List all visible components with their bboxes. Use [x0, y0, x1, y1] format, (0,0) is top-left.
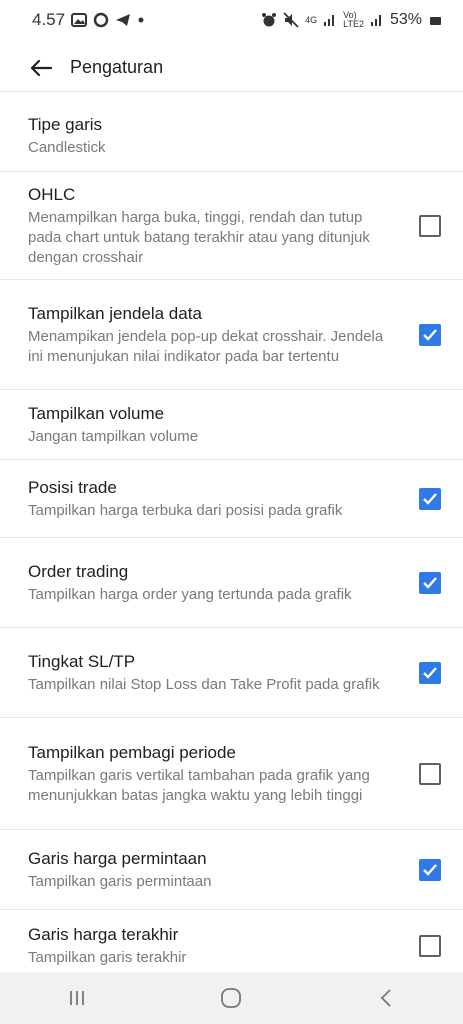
network-4g-label: 4G	[305, 14, 318, 25]
setting-value: Candlestick	[28, 138, 106, 156]
setting-description: Tampilkan harga order yang tertunda pada…	[28, 585, 352, 603]
ohlc-checkbox[interactable]	[419, 214, 441, 237]
setting-description: Tampilkan garis terakhir	[28, 949, 187, 966]
app-bar: Pengaturan	[0, 44, 463, 92]
alarm-icon	[262, 13, 277, 27]
gallery-notification-icon	[71, 13, 88, 27]
battery-percent: 53%	[389, 11, 422, 28]
back-arrow-icon[interactable]	[26, 53, 56, 83]
system-nav-bar	[0, 972, 463, 1024]
mute-icon	[283, 12, 299, 28]
home-icon[interactable]	[201, 978, 261, 1018]
setting-description: Tampilkan harga terbuka dari posisi pada…	[28, 501, 343, 519]
setting-description: Tampilkan nilai Stop Loss dan Take Profi…	[28, 675, 380, 693]
sl-tp-checkbox[interactable]	[419, 661, 441, 684]
volte-label: Vo) LTE2	[343, 10, 364, 29]
setting-title: OHLC	[28, 184, 76, 204]
ask-price-line-checkbox[interactable]	[419, 858, 441, 881]
checkmark-icon	[423, 576, 437, 589]
signal-2-icon	[370, 15, 381, 26]
setting-title: Posisi trade	[28, 477, 117, 497]
setting-title: Tampilkan pembagi periode	[28, 742, 236, 762]
setting-data-window[interactable]: Tampilkan jendela data Menampikan jendel…	[0, 280, 463, 390]
setting-title: Garis harga terakhir	[28, 925, 179, 944]
telegram-notification-icon	[116, 14, 131, 26]
data-window-checkbox[interactable]	[419, 323, 441, 346]
recents-icon[interactable]	[47, 978, 107, 1018]
checkmark-icon	[423, 666, 437, 679]
setting-description: Tampilkan garis vertikal tambahan pada g…	[28, 766, 370, 804]
setting-title: Garis harga permintaan	[28, 848, 207, 868]
setting-period-separators[interactable]: Tampilkan pembagi periode Tampilkan gari…	[0, 718, 463, 830]
checkmark-icon	[423, 863, 437, 876]
page-title: Pengaturan	[70, 57, 164, 77]
chat-notification-icon	[93, 12, 109, 28]
status-right: 4G Vo) LTE2 53%	[261, 11, 441, 29]
setting-title: Tingkat SL/TP	[28, 651, 136, 671]
setting-ohlc[interactable]: OHLC Menampilkan harga buka, tinggi, ren…	[0, 172, 463, 280]
settings-list: Tipe garis Candlestick OHLC Menampilkan …	[0, 100, 463, 982]
chevron-left-icon[interactable]	[356, 978, 416, 1018]
setting-line-type[interactable]: Tipe garis Candlestick	[0, 100, 463, 172]
setting-title: Order trading	[28, 561, 129, 581]
status-time: 4.57	[32, 10, 66, 29]
setting-value: Jangan tampilkan volume	[28, 427, 199, 445]
setting-title: Tipe garis	[28, 114, 103, 134]
setting-title: Tampilkan jendela data	[28, 303, 202, 323]
more-notifications-dot-icon	[138, 17, 144, 23]
checkmark-icon	[423, 328, 437, 341]
setting-trade-positions[interactable]: Posisi trade Tampilkan harga terbuka dar…	[0, 460, 463, 538]
status-bar: 4.57 4G Vo) LTE2 53%	[0, 0, 463, 40]
battery-icon	[430, 17, 441, 25]
trading-orders-checkbox[interactable]	[419, 571, 441, 594]
setting-description: Menampikan jendela pop-up dekat crosshai…	[28, 327, 384, 365]
setting-ask-price-line[interactable]: Garis harga permintaan Tampilkan garis p…	[0, 830, 463, 910]
signal-icon	[324, 15, 335, 26]
trade-positions-checkbox[interactable]	[419, 487, 441, 510]
last-price-line-checkbox[interactable]	[419, 935, 441, 957]
setting-description: Menampilkan harga buka, tinggi, rendah d…	[28, 208, 370, 266]
period-separators-checkbox[interactable]	[419, 762, 441, 785]
checkmark-icon	[423, 492, 437, 505]
status-left: 4.57	[32, 10, 145, 30]
setting-sl-tp-levels[interactable]: Tingkat SL/TP Tampilkan nilai Stop Loss …	[0, 628, 463, 718]
setting-title: Tampilkan volume	[28, 403, 165, 423]
setting-trading-orders[interactable]: Order trading Tampilkan harga order yang…	[0, 538, 463, 628]
setting-show-volume[interactable]: Tampilkan volume Jangan tampilkan volume	[0, 390, 463, 460]
setting-description: Tampilkan garis permintaan	[28, 872, 212, 890]
